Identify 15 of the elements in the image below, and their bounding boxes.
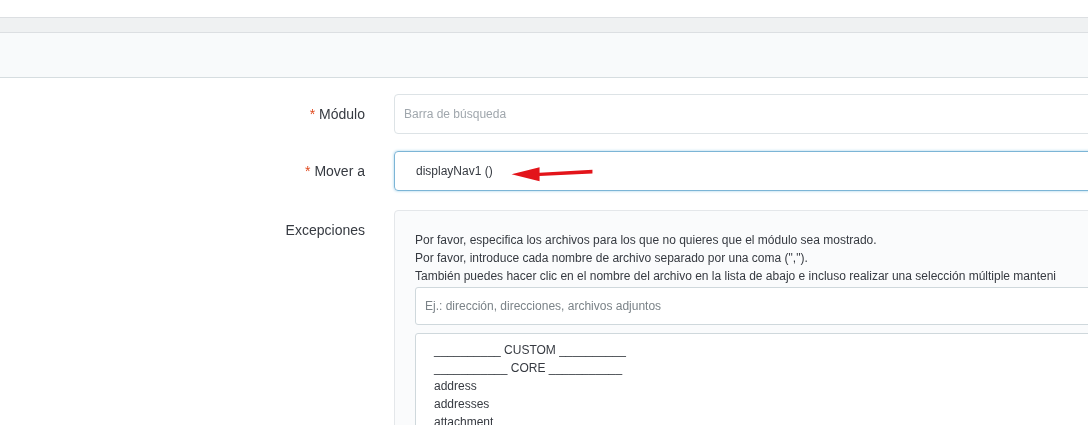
field-label: Módulo	[319, 105, 365, 124]
help-text: Por favor, especifica los archivos para los que no quieres que el módulo sea mostrado.	[415, 232, 878, 249]
help-text: Por favor, introduce cada nombre de archivo separado por una coma (",").	[415, 250, 809, 267]
file-option[interactable]: addresses	[434, 395, 490, 413]
field-label: Mover a	[314, 162, 365, 181]
required-asterisk: *	[304, 162, 311, 181]
help-text: También puedes hacer clic en el nombre del archivo en la lista de abajo e incluso realizar una selección múltiple manteni	[415, 268, 1058, 285]
field-label: Excepciones	[285, 221, 365, 240]
file-option[interactable]: __________ CUSTOM __________	[434, 341, 626, 359]
file-option[interactable]: address	[434, 377, 477, 395]
move-to-field[interactable]: displayNav1 ()	[394, 151, 1088, 191]
exceptions-field[interactable]: Ej.: dirección, direcciones, archivos adjuntos	[415, 287, 1088, 325]
module-search-field[interactable]: Barra de búsqueda	[394, 94, 1088, 134]
file-option[interactable]: ___________ CORE ___________	[434, 359, 623, 377]
required-asterisk: *	[309, 105, 316, 124]
